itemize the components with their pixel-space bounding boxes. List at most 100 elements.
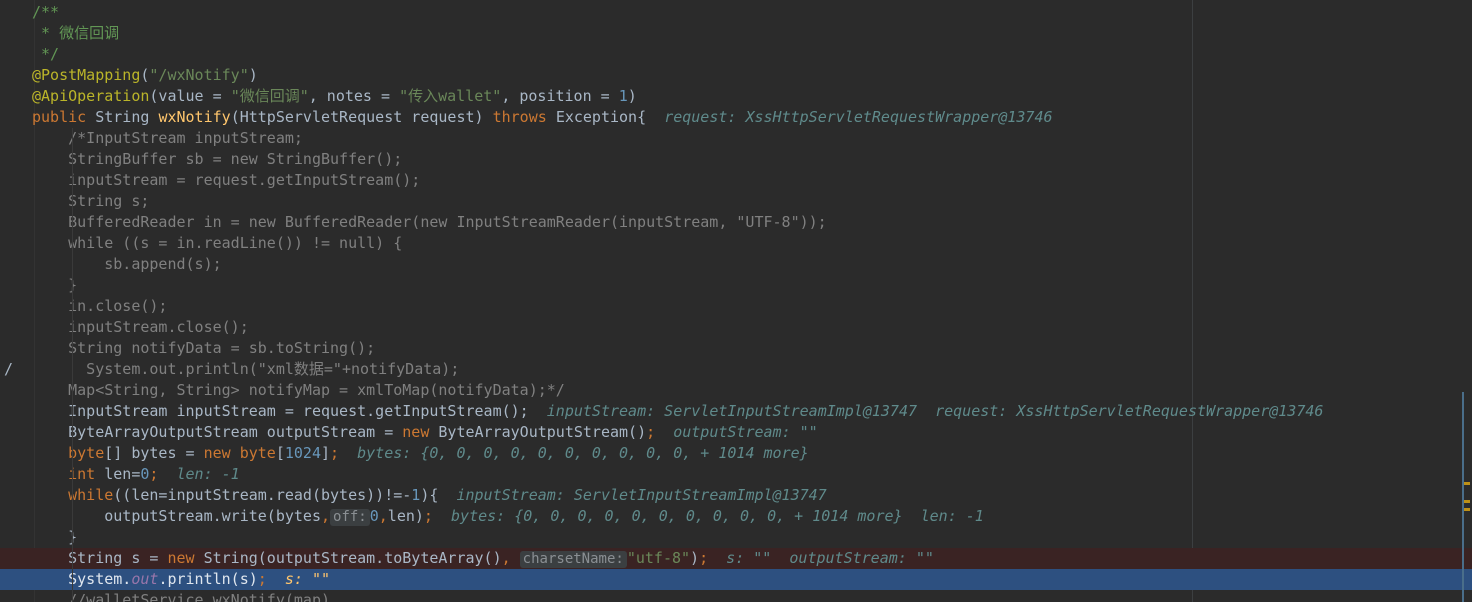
parameter-hint: charsetName:: [519, 551, 627, 568]
code-editor[interactable]: /** * 微信回调 */ @PostMapping("/wxNotify") @A…: [0, 0, 1472, 602]
debug-value: s: "": [284, 570, 331, 588]
code-token: .println(s): [158, 570, 258, 588]
code-line[interactable]: byte[] bytes = new byte[1024]; bytes: {0…: [0, 443, 1472, 464]
code-token: throws: [492, 108, 556, 126]
code-token: inputStream.close();: [32, 318, 249, 336]
code-line[interactable]: sb.append(s);: [0, 254, 1472, 275]
code-token: InputStream inputStream = request.getInp…: [32, 402, 547, 420]
indent-guide: [72, 338, 73, 359]
code-line[interactable]: ByteArrayOutputStream outputStream = new…: [0, 422, 1472, 443]
code-token: ){: [420, 486, 457, 504]
code-line[interactable]: inputStream = request.getInputStream();: [0, 170, 1472, 191]
code-line[interactable]: inputStream.close();: [0, 317, 1472, 338]
code-token: String s;: [32, 192, 150, 210]
code-line[interactable]: public String wxNotify(HttpServletReques…: [0, 107, 1472, 128]
code-token: len): [387, 507, 424, 525]
code-token: System.out.println("xml数据="+notifyData);: [32, 360, 460, 378]
code-line[interactable]: //walletService.wxNotify(map): [0, 590, 1472, 602]
code-line[interactable]: InputStream inputStream = request.getInp…: [0, 401, 1472, 422]
code-token: 1: [618, 87, 628, 105]
code-line[interactable]: BufferedReader in = new BufferedReader(n…: [0, 212, 1472, 233]
code-token: while: [68, 486, 114, 504]
scrollbar-marker[interactable]: [1464, 508, 1470, 511]
code-line[interactable]: /*InputStream inputStream;: [0, 128, 1472, 149]
code-token: byte: [68, 444, 105, 462]
indent-guide: [72, 254, 73, 275]
code-line[interactable]: */: [0, 44, 1472, 65]
indent-guide: [72, 296, 73, 317]
code-token: ,: [378, 507, 388, 525]
code-token: String(outputStream.toByteArray(): [203, 549, 502, 567]
code-line[interactable]: in.close();: [0, 296, 1472, 317]
code-token: new: [167, 549, 204, 567]
debug-value: outputStream: "": [673, 423, 818, 441]
code-token: new: [402, 423, 439, 441]
code-token: 0: [369, 507, 379, 525]
code-line[interactable]: * 微信回调: [0, 23, 1472, 44]
code-token: [: [275, 444, 285, 462]
code-token: BufferedReader in = new BufferedReader(n…: [32, 213, 827, 231]
code-token: , position =: [501, 87, 619, 105]
indent-guide: [72, 506, 73, 527]
code-token: (HttpServletRequest request): [230, 108, 493, 126]
code-line[interactable]: while((len=inputStream.read(bytes))!=-1)…: [0, 485, 1472, 506]
code-line[interactable]: @PostMapping("/wxNotify"): [0, 65, 1472, 86]
code-token: ;: [330, 444, 358, 462]
code-token: @ApiOperation: [32, 87, 150, 105]
code-token: 1024: [284, 444, 321, 462]
debug-value: bytes: {0, 0, 0, 0, 0, 0, 0, 0, 0, 0, + …: [451, 507, 984, 525]
code-line[interactable]: String s = new String(outputStream.toByt…: [0, 548, 1472, 569]
code-token: ;: [257, 570, 285, 588]
code-token: * 微信回调: [32, 24, 120, 42]
code-line[interactable]: /**: [0, 2, 1472, 23]
code-token: ,: [501, 549, 520, 567]
code-line[interactable]: System.out.println("xml数据="+notifyData);: [0, 359, 1472, 380]
code-token: len=: [104, 465, 141, 483]
code-token: Map<String, String> notifyMap = xmlToMap…: [32, 381, 565, 399]
code-token: inputStream = request.getInputStream();: [32, 171, 421, 189]
indent-guide: [72, 464, 73, 485]
indent-guide: [72, 380, 73, 401]
code-line[interactable]: System.out.println(s); s: "": [0, 569, 1472, 590]
code-token: String notifyData = sb.toString();: [32, 339, 376, 357]
scrollbar-marker[interactable]: [1464, 500, 1470, 503]
code-token: in.close();: [32, 297, 168, 315]
code-token: out: [131, 570, 159, 588]
code-token: public: [32, 108, 96, 126]
code-token: /**: [32, 3, 60, 21]
code-line[interactable]: String s;: [0, 191, 1472, 212]
indent-guide: [72, 359, 73, 380]
code-line[interactable]: outputStream.write(bytes, off: 0,len); byt…: [0, 506, 1472, 527]
code-line[interactable]: }: [0, 275, 1472, 296]
code-line[interactable]: StringBuffer sb = new StringBuffer();: [0, 149, 1472, 170]
code-token: outputStream.write(bytes: [32, 507, 321, 525]
code-line[interactable]: while ((s = in.readLine()) != null) {: [0, 233, 1472, 254]
code-line[interactable]: @ApiOperation(value = "微信回调", notes = "传…: [0, 86, 1472, 107]
code-token: Exception{: [555, 108, 665, 126]
code-token: sb.append(s);: [32, 255, 222, 273]
indent-guide: [72, 149, 73, 170]
code-line[interactable]: Map<String, String> notifyMap = xmlToMap…: [0, 380, 1472, 401]
scrollbar-track[interactable]: [1462, 392, 1464, 602]
code-token: ): [690, 549, 700, 567]
code-token: }: [32, 276, 78, 294]
code-line[interactable]: int len=0; len: -1: [0, 464, 1472, 485]
indent-guide: [72, 485, 73, 506]
code-token: @PostMapping: [32, 66, 141, 84]
indent-guide: [72, 191, 73, 212]
debug-value: bytes: {0, 0, 0, 0, 0, 0, 0, 0, 0, 0, + …: [357, 444, 809, 462]
code-line[interactable]: }: [0, 527, 1472, 548]
code-token: ;: [699, 549, 727, 567]
indent-guide: [72, 548, 73, 569]
code-token: "微信回调": [230, 87, 309, 105]
code-token: wxNotify: [158, 108, 231, 126]
code-token: System.: [32, 570, 132, 588]
scrollbar-marker[interactable]: [1464, 482, 1470, 485]
code-token: ): [627, 87, 637, 105]
code-token: StringBuffer sb = new StringBuffer();: [32, 150, 403, 168]
code-line[interactable]: String notifyData = sb.toString();: [0, 338, 1472, 359]
indent-guide: [72, 590, 73, 602]
indent-guide: [72, 170, 73, 191]
